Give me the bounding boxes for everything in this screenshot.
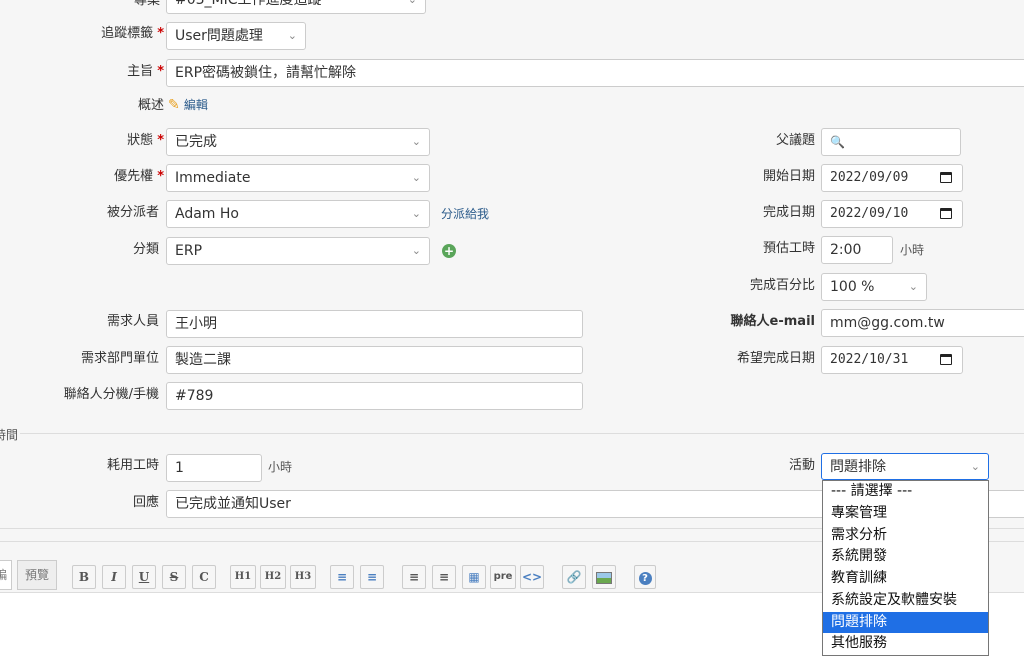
category-value: ERP <box>175 243 203 259</box>
contact-email-label: 聯絡人e-mail <box>730 314 815 329</box>
status-label: 狀態 * <box>127 133 164 148</box>
add-category-icon[interactable]: + <box>442 244 456 258</box>
edit-description-link[interactable]: ✎ 編輯 <box>168 96 208 115</box>
activity-option[interactable]: 需求分析 <box>823 525 988 547</box>
activity-label: 活動 <box>788 458 815 473</box>
priority-value: Immediate <box>175 170 251 186</box>
chevron-down-icon: ⌄ <box>908 280 918 293</box>
contact-phone-label: 聯絡人分機/手機 <box>63 387 159 402</box>
description-label: 概述 <box>137 98 164 113</box>
activity-option[interactable]: 教育訓練 <box>823 568 988 590</box>
activity-option[interactable]: 專案管理 <box>823 503 988 525</box>
department-input[interactable]: 製造二課 <box>166 346 583 374</box>
underline-button[interactable]: U <box>132 565 156 589</box>
assignee-value: Adam Ho <box>175 206 239 222</box>
category-select[interactable]: ERP ⌄ <box>166 237 430 265</box>
help-icon[interactable]: ? <box>634 565 656 589</box>
subject-label: 主旨 * <box>127 64 164 79</box>
chevron-down-icon: ⌄ <box>411 171 421 184</box>
done-ratio-label: 完成百分比 <box>749 278 815 293</box>
estimated-hours-input[interactable]: 2:00 <box>821 236 893 264</box>
chevron-down-icon: ⌄ <box>411 135 421 148</box>
project-select[interactable]: #03_MIC工作進度追蹤 ⌄ <box>166 0 426 14</box>
preformatted-button[interactable]: pre <box>490 565 516 589</box>
heading3-button[interactable]: H3 <box>290 565 316 589</box>
activity-select[interactable]: 問題排除 ⌄ <box>821 453 989 480</box>
project-label: 專案 <box>133 0 160 8</box>
assignee-select[interactable]: Adam Ho ⌄ <box>166 200 430 228</box>
status-select[interactable]: 已完成 ⌄ <box>166 128 430 156</box>
parent-input[interactable]: 🔍 <box>821 128 961 156</box>
calendar-icon[interactable] <box>940 354 952 365</box>
start-date-input[interactable]: 2022/09/09 <box>821 164 963 192</box>
tracker-value: User問題處理 <box>175 28 263 44</box>
code-button[interactable]: C <box>192 565 216 589</box>
hours-input[interactable]: 1 <box>166 454 262 482</box>
contact-email-input[interactable]: mm@gg.com.tw <box>821 309 1024 337</box>
chevron-down-icon: ⌄ <box>287 29 297 42</box>
inline-code-icon[interactable]: <> <box>520 565 544 589</box>
section-divider <box>20 433 1024 434</box>
activity-option[interactable]: 系統開發 <box>823 546 988 568</box>
hours-label: 耗用工時 <box>106 458 159 473</box>
status-value: 已完成 <box>175 134 217 150</box>
project-value: #03_MIC工作進度追蹤 <box>175 0 322 8</box>
tab-edit[interactable]: 編輯 <box>0 560 12 610</box>
done-ratio-select[interactable]: 100 % ⌄ <box>821 273 927 301</box>
pencil-icon: ✎ <box>168 97 180 113</box>
hours-unit: 小時 <box>268 460 293 474</box>
priority-select[interactable]: Immediate ⌄ <box>166 164 430 192</box>
done-ratio-value: 100 % <box>830 279 875 295</box>
tab-preview[interactable]: 預覽 <box>17 560 58 590</box>
parent-label: 父議題 <box>775 133 815 148</box>
estimated-hours-unit: 小時 <box>900 243 925 257</box>
indent-left-icon[interactable]: ≡ <box>402 565 426 589</box>
contact-phone-input[interactable]: #789 <box>166 382 583 410</box>
assignee-label: 被分派者 <box>106 205 159 220</box>
image-icon[interactable] <box>592 565 616 589</box>
due-date-label: 完成日期 <box>762 205 815 220</box>
link-icon[interactable]: 🔗 <box>562 565 586 589</box>
calendar-icon[interactable] <box>940 208 952 219</box>
assign-to-me-link[interactable]: 分派給我 <box>441 205 489 222</box>
requester-input[interactable]: 王小明 <box>166 310 583 338</box>
department-label: 需求部門單位 <box>80 351 159 366</box>
activity-value: 問題排除 <box>830 459 886 475</box>
category-label: 分類 <box>132 242 159 257</box>
chevron-down-icon: ⌄ <box>408 0 417 13</box>
expected-date-input[interactable]: 2022/10/31 <box>821 346 963 374</box>
tracker-select[interactable]: User問題處理 ⌄ <box>166 22 306 50</box>
chevron-down-icon: ⌄ <box>411 207 421 220</box>
activity-option[interactable]: 其他服務 <box>823 633 988 655</box>
heading1-button[interactable]: H1 <box>230 565 256 589</box>
heading2-button[interactable]: H2 <box>260 565 286 589</box>
reply-label: 回應 <box>132 495 159 510</box>
search-icon: 🔍 <box>830 135 845 149</box>
italic-button[interactable]: I <box>102 565 126 589</box>
numbered-list-icon[interactable]: ≡ <box>360 565 384 589</box>
estimated-hours-label: 預估工時 <box>762 241 815 256</box>
tracker-label: 追蹤標籤 * <box>101 26 164 41</box>
strikethrough-button[interactable]: S <box>162 565 186 589</box>
expected-date-label: 希望完成日期 <box>736 351 815 366</box>
chevron-down-icon: ⌄ <box>411 244 421 257</box>
activity-option[interactable]: --- 請選擇 --- <box>823 481 988 503</box>
bullet-list-icon[interactable]: ≡ <box>330 565 354 589</box>
calendar-icon[interactable] <box>940 172 952 183</box>
priority-label: 優先權 * <box>114 169 164 184</box>
activity-option[interactable]: 問題排除 <box>823 611 988 634</box>
chevron-down-icon: ⌄ <box>970 460 980 473</box>
time-section-title: 時間 <box>0 428 19 442</box>
table-icon[interactable]: ▦ <box>462 565 486 589</box>
subject-input[interactable]: ERP密碼被鎖住，請幫忙解除 <box>166 59 1024 87</box>
start-date-label: 開始日期 <box>762 169 815 184</box>
activity-dropdown-list[interactable]: --- 請選擇 --- 專案管理 需求分析 系統開發 教育訓練 系統設定及軟體安裝 問題排除… <box>822 480 989 656</box>
due-date-input[interactable]: 2022/09/10 <box>821 200 963 228</box>
activity-option[interactable]: 系統設定及軟體安裝 <box>823 590 988 612</box>
requester-label: 需求人員 <box>106 314 159 329</box>
indent-right-icon[interactable]: ≡ <box>432 565 456 589</box>
bold-button[interactable]: B <box>72 565 96 589</box>
